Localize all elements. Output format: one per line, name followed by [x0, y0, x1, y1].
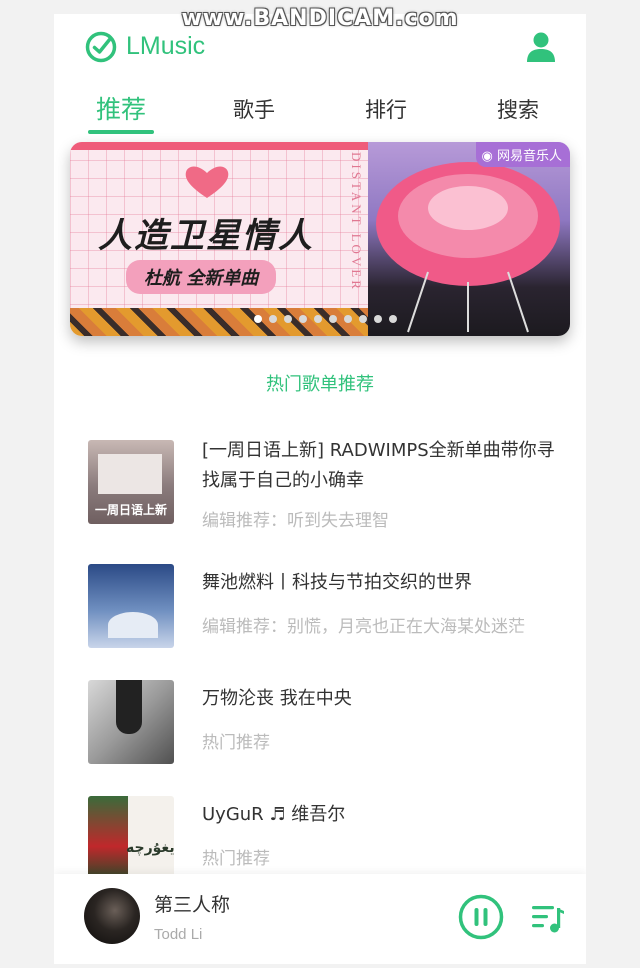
carousel-dot[interactable]	[314, 315, 322, 323]
lmusic-logo-icon	[85, 31, 117, 63]
app-container: LMusic 推荐 歌手 排行 搜索 人造卫星情人 杜航 全新单曲 DISTAN…	[54, 14, 586, 964]
carousel-dot[interactable]	[284, 315, 292, 323]
tab-recommend[interactable]: 推荐	[81, 90, 161, 134]
carousel-dot[interactable]	[374, 315, 382, 323]
cover-text: 一周日语上新	[94, 503, 167, 517]
tab-ranking[interactable]: 排行	[346, 90, 426, 134]
playlist-title: 舞池燃料丨科技与节拍交织的世界	[202, 572, 472, 593]
album-disc[interactable]	[84, 888, 140, 944]
tab-search[interactable]: 搜索	[478, 90, 558, 134]
carousel-dot[interactable]	[344, 315, 352, 323]
banner-source-tag: ◉ 网易音乐人	[475, 142, 570, 167]
playlist-cover	[88, 564, 174, 648]
user-icon[interactable]	[526, 30, 556, 64]
tab-singers[interactable]: 歌手	[214, 90, 294, 134]
banner-artwork-right: ◉ 网易音乐人	[368, 142, 570, 336]
nav-tabs: 推荐 歌手 排行 搜索	[54, 90, 586, 140]
current-song-title: 第三人称	[154, 894, 231, 916]
bandicam-watermark: www.BANDICAM.com	[181, 6, 459, 31]
carousel-dot[interactable]	[269, 315, 277, 323]
cover-text: ئۇيغۇرچە	[126, 840, 174, 856]
banner-tag-label: 网易音乐人	[496, 149, 562, 164]
heart-icon	[185, 166, 229, 198]
playlist-cover: 一周日语上新	[88, 440, 174, 524]
pause-icon[interactable]	[458, 894, 504, 940]
playlist-title: [一周日语上新] RADWIMPS全新单曲带你寻找属于自己的小确幸	[202, 440, 555, 491]
section-title: 热门歌单推荐	[266, 374, 374, 395]
list-item[interactable]: 舞池燃料丨科技与节拍交织的世界 编辑推荐：别慌，月亮也正在大海某处迷茫	[88, 564, 558, 656]
brand-name: LMusic	[126, 32, 206, 60]
banner-artwork-left: 人造卫星情人 杜航 全新单曲 DISTANT LOVER	[70, 142, 368, 336]
mini-player[interactable]: 第三人称 Todd Li	[54, 874, 586, 964]
carousel-dot[interactable]	[389, 315, 397, 323]
banner-subtitle: 杜航 全新单曲	[126, 260, 277, 294]
playlist-desc: 编辑推荐：别慌，月亮也正在大海某处迷茫	[202, 617, 525, 637]
carousel-dot[interactable]	[254, 315, 262, 323]
playlist-cover	[88, 680, 174, 764]
playlist-desc: 编辑推荐：听到失去理智	[202, 511, 389, 531]
banner-top-strip	[70, 142, 368, 150]
playlist-desc: 热门推荐	[202, 733, 270, 753]
banner-carousel[interactable]: 人造卫星情人 杜航 全新单曲 DISTANT LOVER ◉ 网易音乐人	[70, 142, 570, 336]
carousel-dot[interactable]	[329, 315, 337, 323]
playlist-cover: ئۇيغۇرچە	[88, 796, 174, 880]
playlist-title: 万物沦丧 我在中央	[202, 688, 352, 709]
banner-vertical-text: DISTANT LOVER	[349, 152, 364, 292]
banner-title: 人造卫星情人	[98, 216, 314, 256]
active-tab-indicator	[88, 130, 154, 134]
carousel-dot[interactable]	[359, 315, 367, 323]
list-item[interactable]: 一周日语上新 [一周日语上新] RADWIMPS全新单曲带你寻找属于自己的小确幸…	[88, 440, 558, 532]
playlist-title: UyGuR ♬ 维吾尔	[202, 804, 346, 825]
carousel-dot[interactable]	[299, 315, 307, 323]
list-item[interactable]: 万物沦丧 我在中央 热门推荐	[88, 680, 558, 772]
playlist-desc: 热门推荐	[202, 849, 270, 869]
banner-illustration	[376, 162, 560, 333]
carousel-dots	[254, 308, 404, 323]
playlist-queue-icon[interactable]	[530, 900, 566, 936]
current-artist: Todd Li	[154, 926, 203, 943]
